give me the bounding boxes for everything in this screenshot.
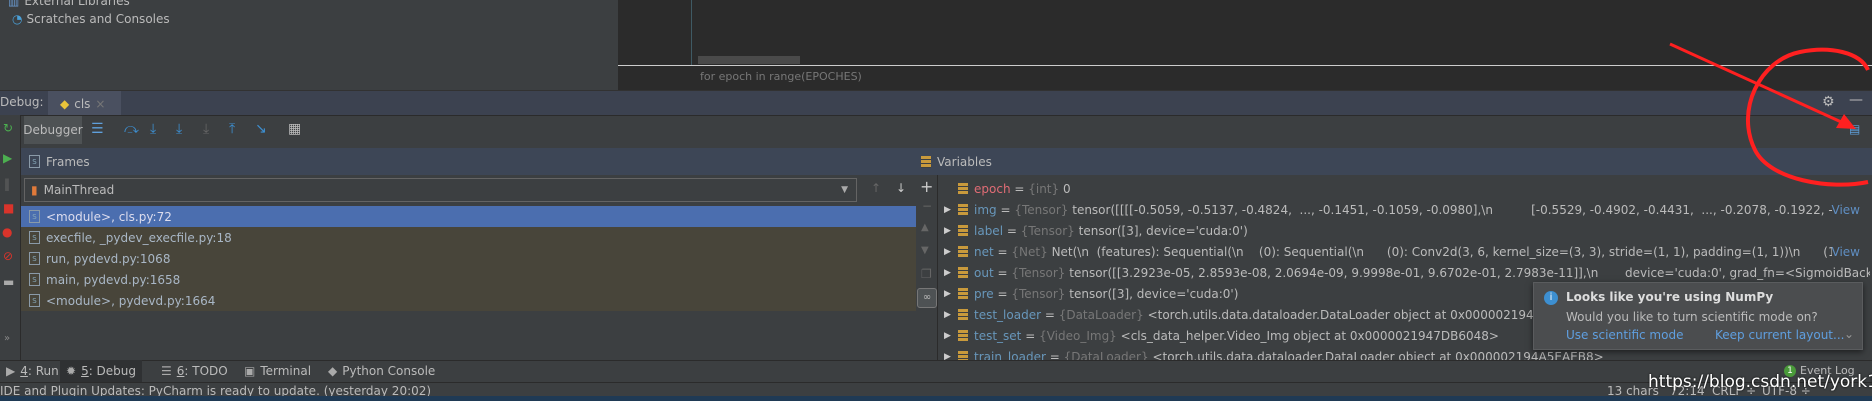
red-annotation	[1669, 42, 1870, 187]
annotation-circle	[1745, 47, 1870, 187]
annotation-arrow	[1669, 42, 1851, 128]
